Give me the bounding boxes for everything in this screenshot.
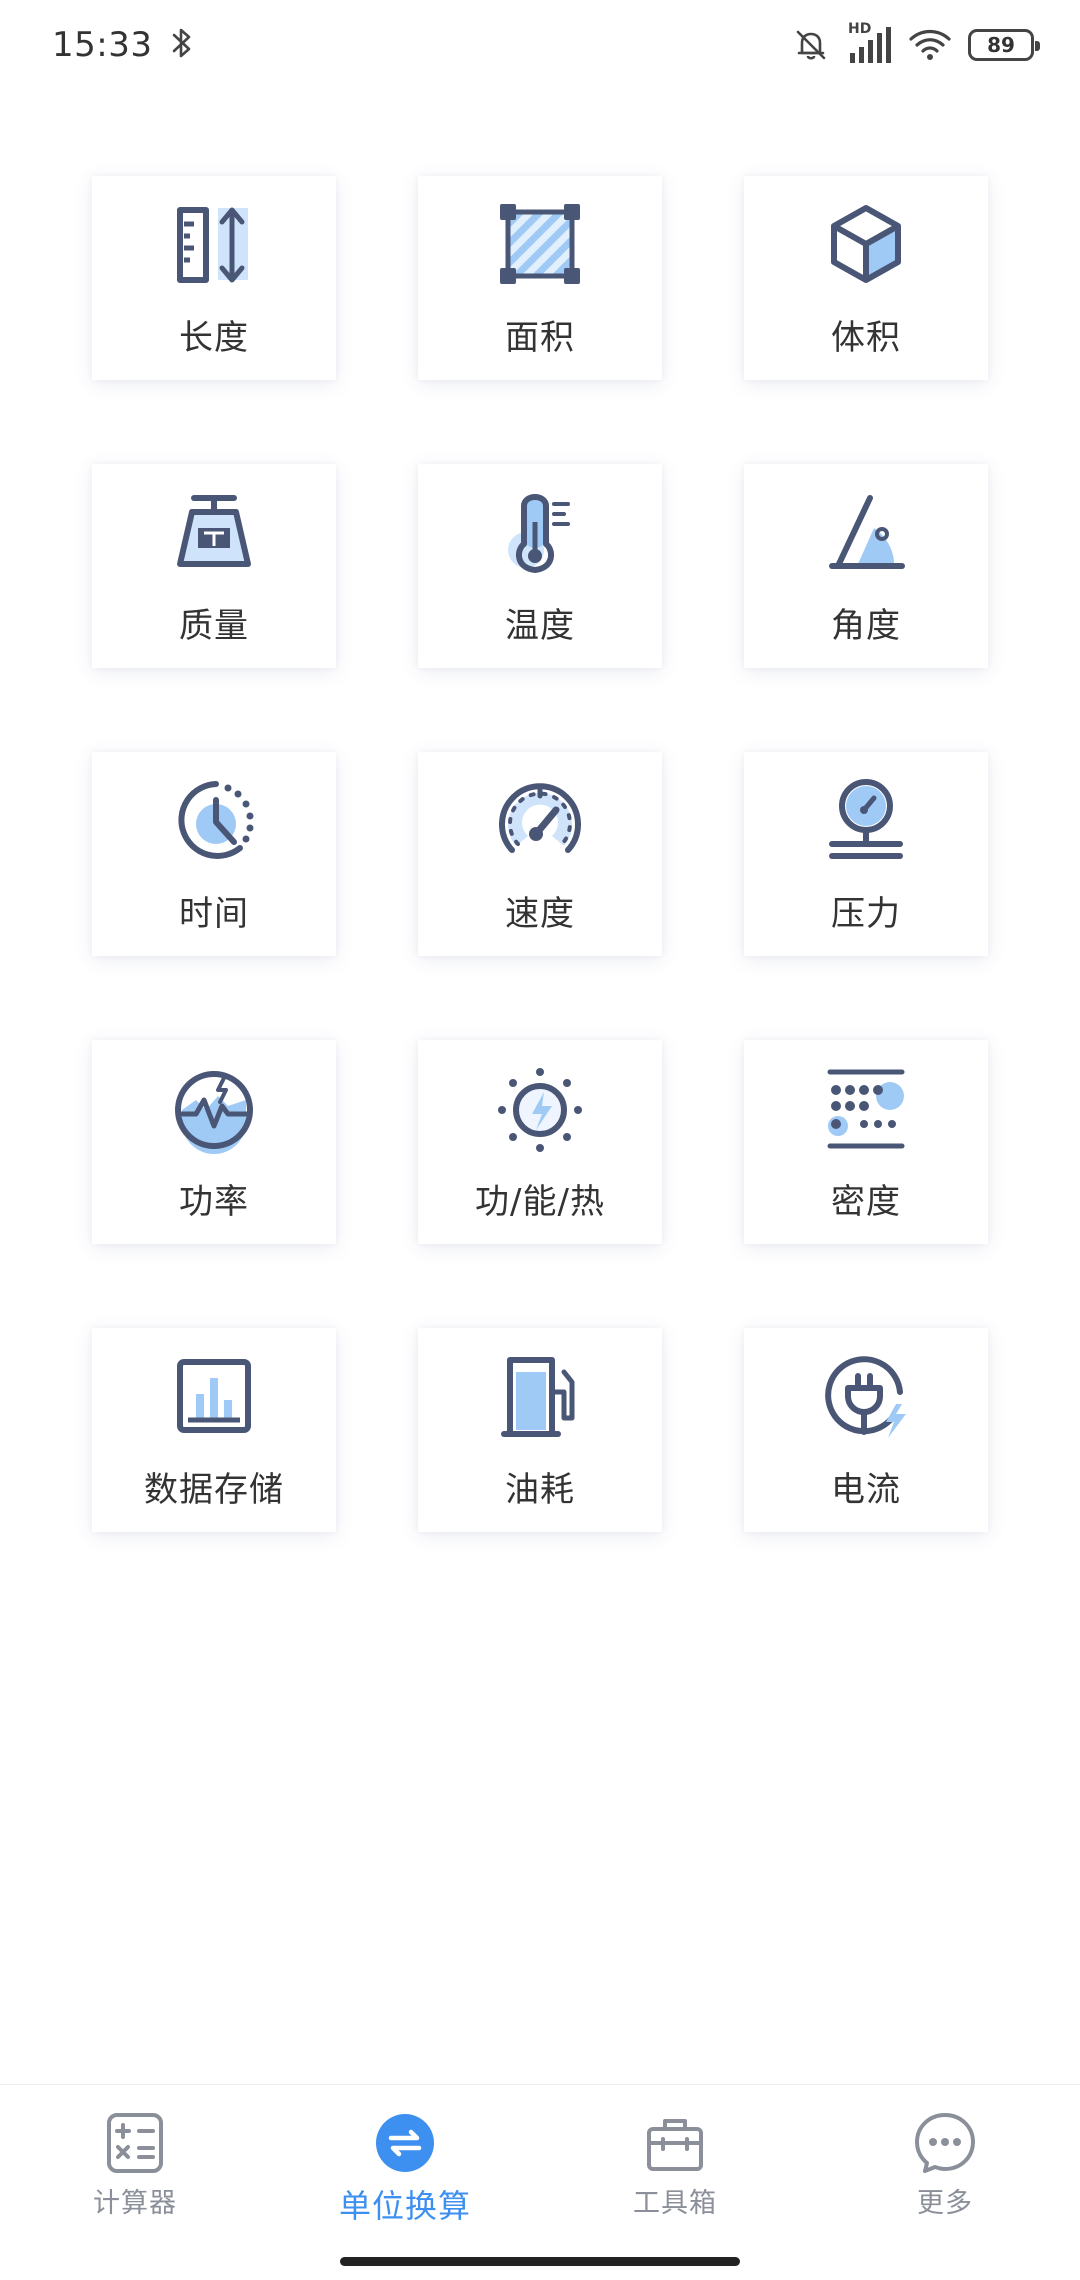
unit-category-grid: 长度 面积 体积 质量 温度 角度 时间 速度 压力 功率 功/能/热 密度 数… bbox=[92, 176, 988, 1532]
tile-label: 压力 bbox=[831, 894, 901, 934]
cellular-signal-icon: HD bbox=[846, 21, 892, 65]
tile-data-storage[interactable]: 数据存储 bbox=[92, 1328, 336, 1532]
battery-indicator: 89 bbox=[968, 29, 1040, 61]
tile-angle[interactable]: 角度 bbox=[744, 464, 988, 668]
nav-label: 更多 bbox=[917, 2188, 973, 2219]
tile-label: 体积 bbox=[831, 318, 901, 358]
tile-label: 数据存储 bbox=[144, 1470, 284, 1510]
toolbox-icon bbox=[643, 2111, 707, 2175]
battery-level: 89 bbox=[987, 33, 1015, 57]
tile-pressure[interactable]: 压力 bbox=[744, 752, 988, 956]
tile-label: 密度 bbox=[831, 1182, 901, 1222]
unit-convert-icon bbox=[373, 2111, 437, 2175]
angle-icon bbox=[818, 484, 914, 580]
tile-label: 功率 bbox=[179, 1182, 249, 1222]
status-bar: 15:33 HD 89 bbox=[0, 0, 1080, 90]
energy-icon bbox=[492, 1060, 588, 1156]
plug-icon bbox=[818, 1348, 914, 1444]
app-screen: 15:33 HD 89 长度 面积 体积 质量 温度 角度 时间 速度 压力 功… bbox=[0, 0, 1080, 2280]
tile-density[interactable]: 密度 bbox=[744, 1040, 988, 1244]
nav-label: 计算器 bbox=[93, 2188, 177, 2219]
calculator-icon bbox=[103, 2111, 167, 2175]
tile-volume[interactable]: 体积 bbox=[744, 176, 988, 380]
tile-current[interactable]: 电流 bbox=[744, 1328, 988, 1532]
more-icon bbox=[913, 2111, 977, 2175]
home-indicator[interactable] bbox=[340, 2257, 740, 2266]
bottom-navigation: 计算器 单位换算 工具箱 更多 bbox=[0, 2084, 1080, 2280]
nav-item-unit-conversion[interactable]: 单位换算 bbox=[270, 2085, 540, 2235]
data-chart-icon bbox=[166, 1348, 262, 1444]
wifi-icon bbox=[908, 27, 952, 63]
tile-label: 功/能/热 bbox=[475, 1182, 605, 1222]
tile-label: 油耗 bbox=[505, 1470, 575, 1510]
bell-muted-icon bbox=[792, 26, 830, 64]
tile-length[interactable]: 长度 bbox=[92, 176, 336, 380]
power-icon bbox=[166, 1060, 262, 1156]
cube-icon bbox=[818, 196, 914, 292]
nav-label: 工具箱 bbox=[633, 2188, 717, 2219]
thermometer-icon bbox=[492, 484, 588, 580]
ruler-icon bbox=[166, 196, 262, 292]
tile-time[interactable]: 时间 bbox=[92, 752, 336, 956]
tile-label: 电流 bbox=[831, 1470, 901, 1510]
tile-label: 角度 bbox=[831, 606, 901, 646]
status-time: 15:33 bbox=[52, 25, 153, 65]
tile-fuel[interactable]: 油耗 bbox=[418, 1328, 662, 1532]
nav-item-toolbox[interactable]: 工具箱 bbox=[540, 2085, 810, 2235]
clock-icon bbox=[166, 772, 262, 868]
network-type-label: HD bbox=[848, 21, 872, 37]
tile-label: 速度 bbox=[505, 894, 575, 934]
weight-icon bbox=[166, 484, 262, 580]
bluetooth-icon bbox=[170, 26, 194, 64]
status-left: 15:33 bbox=[52, 25, 194, 65]
fuel-pump-icon bbox=[492, 1348, 588, 1444]
tile-label: 时间 bbox=[179, 894, 249, 934]
nav-item-calculator[interactable]: 计算器 bbox=[0, 2085, 270, 2235]
tile-area[interactable]: 面积 bbox=[418, 176, 662, 380]
tile-power[interactable]: 功率 bbox=[92, 1040, 336, 1244]
tile-speed[interactable]: 速度 bbox=[418, 752, 662, 956]
tile-energy[interactable]: 功/能/热 bbox=[418, 1040, 662, 1244]
pressure-gauge-icon bbox=[818, 772, 914, 868]
tile-mass[interactable]: 质量 bbox=[92, 464, 336, 668]
tile-label: 长度 bbox=[179, 318, 249, 358]
tile-label: 面积 bbox=[505, 318, 575, 358]
nav-label: 单位换算 bbox=[338, 2187, 471, 2225]
tile-label: 质量 bbox=[179, 606, 249, 646]
area-square-icon bbox=[492, 196, 588, 292]
density-icon bbox=[818, 1060, 914, 1156]
tile-label: 温度 bbox=[505, 606, 575, 646]
speedometer-icon bbox=[492, 772, 588, 868]
status-right: HD 89 bbox=[792, 21, 1040, 65]
nav-item-more[interactable]: 更多 bbox=[810, 2085, 1080, 2235]
tile-temperature[interactable]: 温度 bbox=[418, 464, 662, 668]
